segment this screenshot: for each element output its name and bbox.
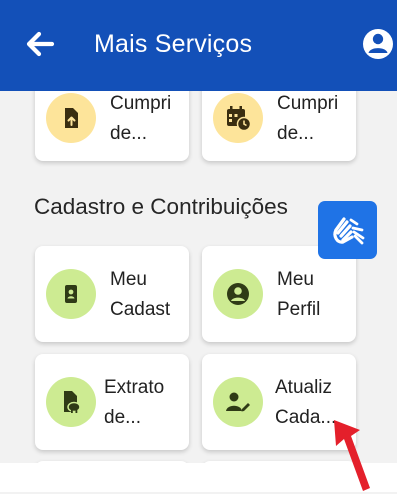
file-upload-icon [65,108,78,128]
calendar-clock-icon [227,106,252,132]
service-card-cumprimento-1[interactable]: Cumpri de... [35,91,189,161]
service-card-label: Cumpri de... [277,93,339,144]
service-icon-bg [46,377,96,427]
page-title: Mais Serviços [94,30,253,58]
back-button[interactable] [22,26,58,62]
profile-button[interactable] [360,24,397,64]
arrow-left-icon [26,31,55,57]
account-circle-icon [227,283,249,305]
user-edit-icon [226,392,250,412]
app-bar: Mais Serviços [0,0,397,91]
service-card-meu-perfil[interactable]: Meu Perfil [202,246,356,342]
annotation-arrow-icon [334,420,370,491]
id-card-icon [65,285,77,303]
document-piggy-bank-icon [64,391,81,413]
sign-language-button[interactable] [318,201,377,259]
service-icon-bg [46,269,96,319]
service-icon-bg [213,269,263,319]
section-title-cadastro: Cadastro e Contribuições [34,194,288,219]
sign-language-hands-icon [332,217,364,245]
service-card-label: Extrato de... [104,377,165,428]
service-card-label: Meu Cadast [110,269,171,320]
service-card-extrato[interactable]: Extrato de... [35,354,189,450]
service-card-label: Meu Perfil [277,269,321,320]
service-icon-bg [46,93,96,143]
service-card-cumprimento-2[interactable]: Cumpri de... [202,91,356,161]
service-card-meu-cadastro[interactable]: Meu Cadast [35,246,189,342]
services-content[interactable]: Cumpri de... Cumpri de... Cadastro e Contr… [0,91,397,463]
service-icon-bg [213,93,263,143]
account-circle-icon [363,29,393,59]
service-icon-bg [213,377,263,427]
service-card-label: Cumpri de... [110,93,172,144]
